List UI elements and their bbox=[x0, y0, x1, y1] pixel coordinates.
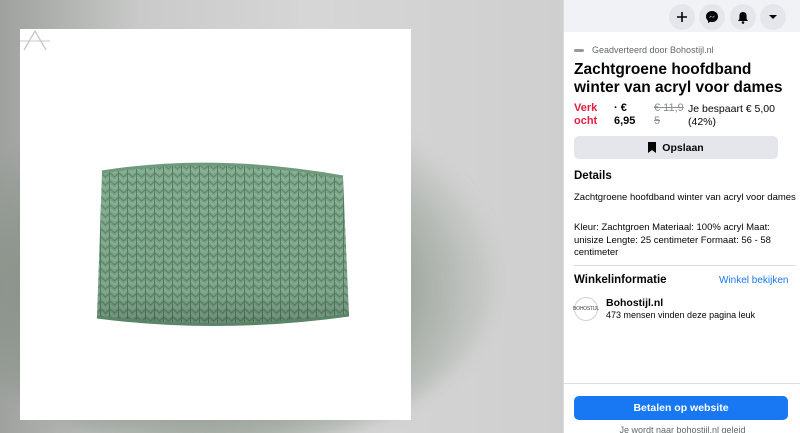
shop-logo-text: BOHOSTIJL bbox=[573, 306, 599, 312]
footer-divider bbox=[564, 383, 800, 384]
details-specs: Kleur: Zachtgroen Materiaal: 100% acryl … bbox=[574, 222, 771, 258]
bell-icon bbox=[738, 11, 748, 24]
product-details-panel: Geadverteerd door Bohostijl.nl Zachtgroe… bbox=[563, 0, 800, 433]
caret-down-icon bbox=[769, 15, 777, 19]
sold-status: Verkocht bbox=[574, 102, 598, 127]
product-image[interactable] bbox=[20, 29, 411, 420]
shop-logo[interactable]: BOHOSTIJL bbox=[573, 297, 599, 321]
shop-info-heading: Winkelinformatie bbox=[574, 274, 667, 286]
sponsor-line: Geadverteerd door Bohostijl.nl bbox=[574, 45, 714, 55]
top-bar bbox=[564, 0, 800, 32]
watermark-logo bbox=[20, 29, 50, 51]
details-heading: Details bbox=[574, 170, 612, 182]
account-menu-button[interactable] bbox=[760, 4, 786, 30]
price-row: Verkocht · € 6,95 € 11,95 Je bespaart € … bbox=[574, 102, 796, 132]
sponsor-label: Geadverteerd door Bohostijl.nl bbox=[592, 45, 714, 55]
bookmark-icon bbox=[648, 142, 657, 153]
savings-note: Je bespaart € 5,00 (42%) bbox=[688, 103, 775, 128]
details-description: Zachtgroene hoofdband winter van acryl v… bbox=[574, 192, 796, 203]
image-viewer bbox=[0, 0, 563, 433]
shop-name[interactable]: Bohostijl.nl bbox=[606, 297, 663, 309]
messenger-button[interactable] bbox=[699, 4, 725, 30]
headband-illustration bbox=[96, 162, 350, 326]
save-button[interactable]: Opslaan bbox=[574, 136, 778, 159]
sponsor-logo-icon bbox=[574, 47, 584, 54]
notifications-button[interactable] bbox=[730, 4, 756, 30]
product-title: Zachtgroene hoofdband winter van acryl v… bbox=[574, 61, 783, 96]
old-price: € 11,95 bbox=[654, 102, 684, 127]
plus-icon bbox=[677, 12, 687, 22]
pay-on-website-button[interactable]: Betalen op website bbox=[574, 396, 788, 420]
view-shop-link[interactable]: Winkel bekijken bbox=[719, 275, 788, 286]
pay-button-label: Betalen op website bbox=[633, 402, 729, 414]
redirect-note: Je wordt naar bohostijl.nl geleid bbox=[619, 425, 746, 433]
messenger-icon bbox=[706, 11, 718, 23]
save-button-label: Opslaan bbox=[662, 141, 704, 154]
shop-likes: 473 mensen vinden deze pagina leuk bbox=[606, 310, 756, 320]
divider bbox=[574, 265, 796, 266]
create-button[interactable] bbox=[669, 4, 695, 30]
price: · € 6,95 bbox=[614, 102, 636, 127]
